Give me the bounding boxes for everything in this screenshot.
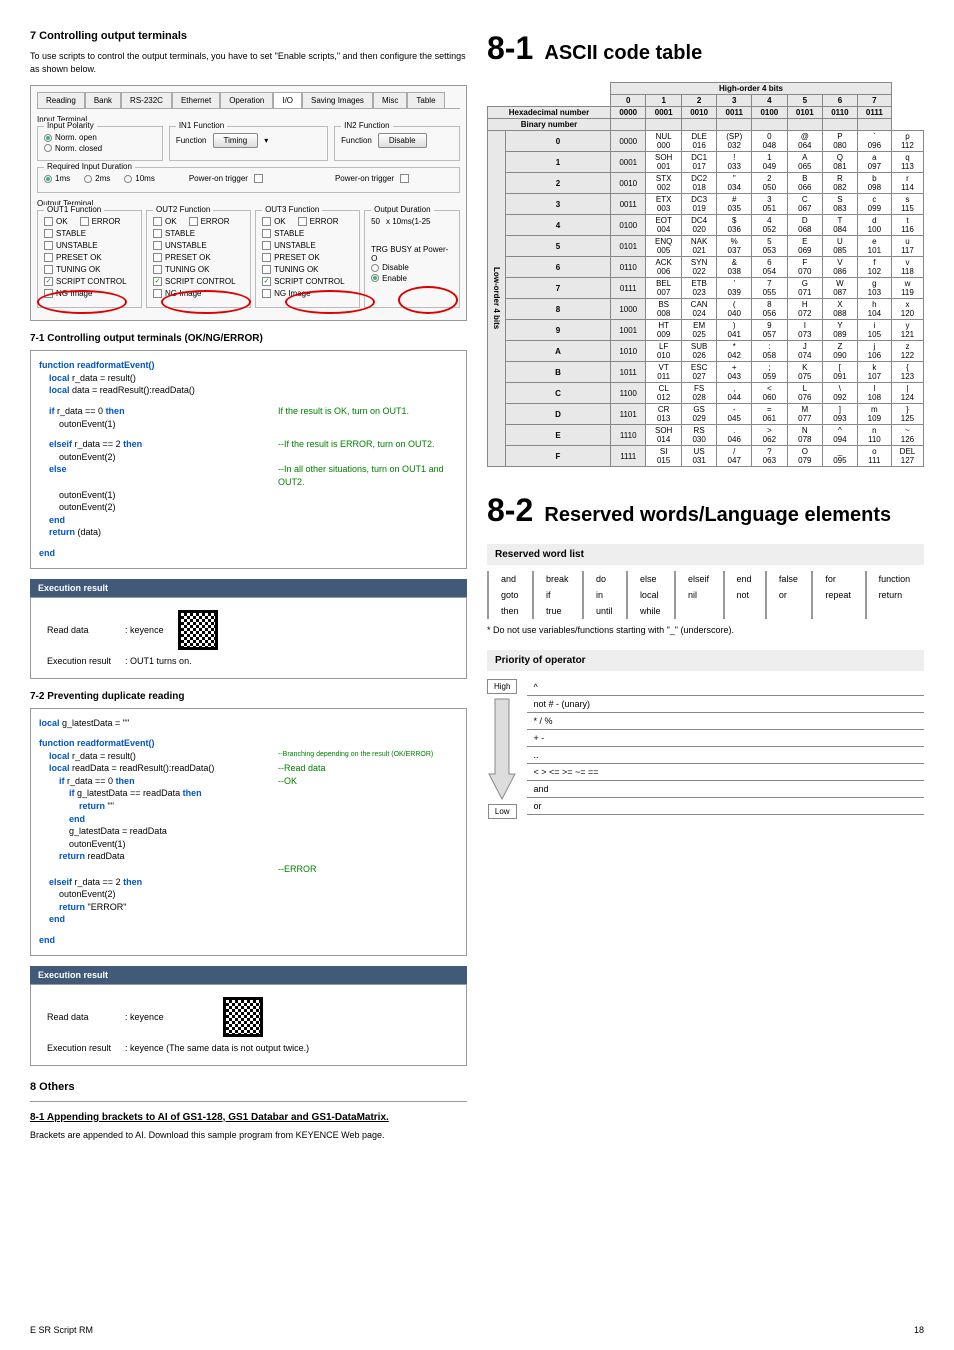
error-checkbox[interactable]: ERROR [189, 217, 230, 226]
tab-saving images[interactable]: Saving Images [302, 92, 373, 108]
tab-bank[interactable]: Bank [85, 92, 121, 108]
script-checkbox[interactable]: ✓SCRIPT CONTROL [262, 277, 345, 286]
in2-legend: IN2 Function [341, 121, 392, 130]
section-8-2-heading: 8-2 Reserved words/Language elements [487, 492, 924, 529]
settings-screenshot: ReadingBankRS-232CEthernetOperationI/OSa… [30, 85, 467, 321]
req-dur-legend: Required Input Duration [44, 162, 135, 171]
ascii-table: High-order 4 bits 01234567 Hexadecimal n… [487, 82, 924, 467]
tab-rs-232c[interactable]: RS-232C [121, 92, 172, 108]
section-7-1-title: 7-1 Controlling output terminals (OK/NG/… [30, 333, 467, 344]
script-checkbox[interactable]: ✓SCRIPT CONTROL [44, 277, 127, 286]
dur-10ms[interactable]: 10ms [124, 174, 155, 183]
priority-header: Priority of operator [487, 650, 924, 671]
tab-bar: ReadingBankRS-232CEthernetOperationI/OSa… [37, 92, 460, 109]
in1-func-select[interactable]: Timing [213, 133, 259, 148]
preset-checkbox[interactable]: PRESET OK [44, 253, 102, 262]
stable-checkbox[interactable]: STABLE [44, 229, 86, 238]
preset-checkbox[interactable]: PRESET OK [153, 253, 211, 262]
reserved-words-table: andbreakdoelseelseifendfalseforfunctiong… [487, 571, 924, 619]
qr-icon [178, 610, 218, 650]
error-checkbox[interactable]: ERROR [80, 217, 121, 226]
underscore-note: * Do not use variables/functions startin… [487, 625, 924, 635]
reserved-word-list-header: Reserved word list [487, 544, 924, 565]
section-7-2-title: 7-2 Preventing duplicate reading [30, 691, 467, 702]
disable-radio[interactable]: Disable [371, 263, 409, 272]
error-checkbox[interactable]: ERROR [298, 217, 339, 226]
ngimg-checkbox[interactable]: NG Image [153, 289, 201, 298]
tuning-checkbox[interactable]: TUNING OK [262, 265, 318, 274]
section-8-1-title: 8-1 Appending brackets to AI of GS1-128,… [30, 1112, 467, 1123]
section-7-title: 7 Controlling output terminals [30, 30, 467, 42]
priority-arrow-icon [487, 694, 517, 804]
exec-result-box-1: Read data: keyence Execution result: OUT… [30, 597, 467, 679]
tab-ethernet[interactable]: Ethernet [172, 92, 220, 108]
tuning-checkbox[interactable]: TUNING OK [44, 265, 100, 274]
in2-disable-button[interactable]: Disable [378, 133, 427, 148]
ngimg-checkbox[interactable]: NG Image [44, 289, 92, 298]
tab-misc[interactable]: Misc [373, 92, 407, 108]
section-8-1-text: Brackets are appended to AI. Download th… [30, 1129, 467, 1142]
ok-checkbox[interactable]: OK [153, 217, 177, 226]
section-7-intro: To use scripts to control the output ter… [30, 50, 467, 75]
script-checkbox[interactable]: ✓SCRIPT CONTROL [153, 277, 236, 286]
section-8-title: 8 Others [30, 1081, 467, 1093]
code-block-1: function readformatEvent() local r_data … [30, 350, 467, 568]
norm-closed-radio[interactable]: Norm. closed [44, 144, 102, 153]
tab-operation[interactable]: Operation [220, 92, 273, 108]
qr-icon [223, 997, 263, 1037]
ok-checkbox[interactable]: OK [44, 217, 68, 226]
footer-page: 18 [914, 1325, 924, 1335]
exec-result-bar-1: Execution result [30, 579, 467, 597]
unstable-checkbox[interactable]: UNSTABLE [262, 241, 316, 250]
section-8-1-heading: 8-1 ASCII code table [487, 30, 924, 67]
ngimg-checkbox[interactable]: NG Image [262, 289, 310, 298]
exec-result-bar-2: Execution result [30, 966, 467, 984]
preset-checkbox[interactable]: PRESET OK [262, 253, 320, 262]
in1-legend: IN1 Function [176, 121, 227, 130]
priority-diagram: High Low ^not # - (unary)* / %+ -..< > <… [487, 679, 924, 819]
stable-checkbox[interactable]: STABLE [262, 229, 304, 238]
dur-2ms[interactable]: 2ms [84, 174, 110, 183]
norm-open-radio[interactable]: Norm. open [44, 133, 97, 142]
tab-table[interactable]: Table [407, 92, 444, 108]
dur-1ms[interactable]: 1ms [44, 174, 70, 183]
exec-result-box-2: Read data: keyence Execution result: key… [30, 984, 467, 1066]
unstable-checkbox[interactable]: UNSTABLE [153, 241, 207, 250]
tab-reading[interactable]: Reading [37, 92, 85, 108]
input-terminal-label: Input Terminal [37, 115, 460, 124]
input-polarity-legend: Input Polarity [44, 121, 97, 130]
enable-radio[interactable]: Enable [371, 274, 407, 283]
footer-left: E SR Script RM [30, 1325, 93, 1335]
ok-checkbox[interactable]: OK [262, 217, 286, 226]
code-block-2: local g_latestData = "" function readfor… [30, 708, 467, 956]
stable-checkbox[interactable]: STABLE [153, 229, 195, 238]
tuning-checkbox[interactable]: TUNING OK [153, 265, 209, 274]
tab-i/o[interactable]: I/O [273, 92, 302, 108]
unstable-checkbox[interactable]: UNSTABLE [44, 241, 98, 250]
